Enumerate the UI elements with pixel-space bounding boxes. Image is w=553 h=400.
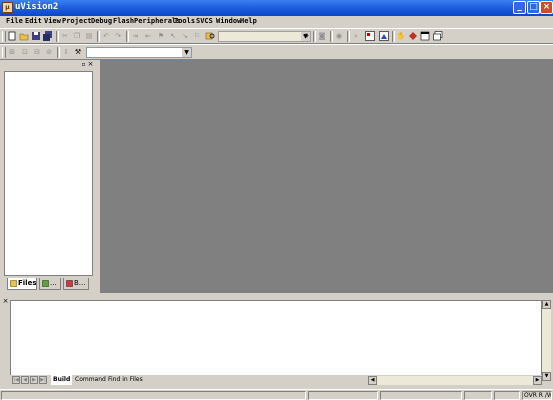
close-icon[interactable]: ×: [87, 61, 94, 68]
first-tab-icon[interactable]: |◀: [12, 376, 20, 384]
toolbar-grip[interactable]: [2, 47, 6, 58]
menu-edit[interactable]: Edit: [25, 17, 42, 25]
tab-find-in-files[interactable]: Find in Files: [106, 375, 145, 385]
stop-build-icon[interactable]: ⊘: [44, 47, 54, 57]
debug-start-icon[interactable]: ◙: [317, 31, 327, 41]
window-icon[interactable]: [420, 31, 430, 41]
target-combo[interactable]: ▼: [86, 47, 192, 58]
files-tab-icon: [10, 279, 17, 287]
cut-icon[interactable]: ✂: [60, 31, 70, 41]
build-toolbar: ⊞ ⊡ ⊟ ⊘ ⇩ ⚒ ▼: [0, 44, 553, 60]
toolbar-grip[interactable]: [2, 31, 6, 42]
regs-tab-icon: [42, 279, 49, 287]
options-icon[interactable]: [365, 31, 375, 41]
scroll-up-icon[interactable]: ▲: [542, 300, 551, 309]
open-folder-icon[interactable]: [19, 31, 29, 41]
status-cell: [494, 391, 520, 400]
horizontal-scrollbar[interactable]: ◀ ▶: [368, 376, 542, 385]
books-tab-icon: [66, 279, 73, 287]
menu-window[interactable]: Window: [216, 17, 241, 25]
indent-icon[interactable]: ⇥: [130, 31, 140, 41]
save-all-icon[interactable]: [43, 31, 53, 41]
app-icon[interactable]: µ: [2, 2, 13, 13]
redo-icon[interactable]: ↷: [113, 31, 123, 41]
status-cell: [308, 391, 378, 400]
chevron-down-icon[interactable]: ▼: [182, 48, 191, 57]
minimize-button[interactable]: _: [513, 1, 526, 14]
window-list-icon[interactable]: [433, 31, 443, 41]
download-icon[interactable]: ⇩: [61, 47, 71, 57]
stop-icon[interactable]: ✋: [396, 31, 406, 41]
undo-icon[interactable]: ↶: [101, 31, 111, 41]
vertical-scrollbar[interactable]: ▲ ▼: [542, 300, 551, 381]
tab-files-label: Files: [18, 279, 37, 287]
translate-icon[interactable]: ⊞: [7, 47, 17, 57]
menu-debug[interactable]: Debug: [91, 17, 112, 25]
bookmark-toggle-icon[interactable]: ⚑: [156, 31, 166, 41]
scroll-down-icon[interactable]: ▼: [542, 372, 551, 381]
rebuild-all-icon[interactable]: ⊟: [32, 47, 42, 57]
status-message: [1, 391, 306, 400]
paste-icon[interactable]: ▤: [84, 31, 94, 41]
menu-view[interactable]: View: [44, 17, 61, 25]
find-icon[interactable]: ⛯: [301, 31, 311, 41]
scroll-left-icon[interactable]: ◀: [368, 376, 377, 385]
status-cell: [464, 391, 492, 400]
copy-icon[interactable]: ❐: [72, 31, 82, 41]
window-title: uVision2: [15, 2, 59, 12]
status-cell: [380, 391, 462, 400]
title-bar: µ uVision2 _ □ ×: [0, 0, 553, 16]
workbook-mode-icon[interactable]: ⌕: [351, 31, 361, 41]
unindent-icon[interactable]: ⇤: [143, 31, 153, 41]
tab-books-label: B...: [74, 279, 86, 287]
prev-tab-icon[interactable]: ◀: [21, 376, 29, 384]
output-window: × ▲ ▼ |◀ ◀ ▶ ▶| Build Command Find in Fi…: [0, 295, 553, 388]
find-combo[interactable]: ▼: [218, 31, 311, 42]
file-toolbar: ✂ ❐ ▤ ↶ ↷ ⇥ ⇤ ⚑ ↖ ↘ ⚐ ▼ ⛯ ◙ ◉ ⌕ ✋: [0, 28, 553, 44]
scroll-right-icon[interactable]: ▶: [533, 376, 542, 385]
help-icon[interactable]: [408, 31, 418, 41]
status-bar: OVR R /W: [0, 389, 553, 400]
view-windows-icon[interactable]: [379, 31, 389, 41]
last-tab-icon[interactable]: ▶|: [39, 376, 47, 384]
tab-build[interactable]: Build: [51, 375, 73, 385]
tab-regs-label: ...: [50, 279, 57, 287]
maximize-button[interactable]: □: [527, 1, 540, 14]
project-workspace: ▫ × Files ... B...: [0, 60, 98, 293]
build-target-icon[interactable]: ⊡: [20, 47, 30, 57]
menu-svcs[interactable]: SVCS: [196, 17, 213, 25]
project-tree[interactable]: [4, 71, 93, 276]
output-text[interactable]: [10, 300, 542, 381]
new-file-icon[interactable]: [7, 31, 17, 41]
menu-help[interactable]: Help: [240, 17, 257, 25]
menu-flash[interactable]: Flash: [113, 17, 134, 25]
menu-tools[interactable]: Tools: [174, 17, 195, 25]
tab-files[interactable]: Files: [7, 278, 37, 290]
tab-regs[interactable]: ...: [39, 278, 61, 290]
close-button[interactable]: ×: [540, 1, 553, 14]
tab-books[interactable]: B...: [63, 278, 89, 290]
bookmark-prev-icon[interactable]: ↖: [168, 31, 178, 41]
status-mode: OVR R /W: [522, 391, 552, 400]
tab-command[interactable]: Command: [73, 375, 108, 385]
menu-project[interactable]: Project: [62, 17, 92, 25]
save-icon[interactable]: [31, 31, 41, 41]
editor-area[interactable]: [100, 60, 553, 293]
bookmark-clear-icon[interactable]: ⚐: [192, 31, 202, 41]
breakpoint-icon[interactable]: ◉: [334, 31, 344, 41]
next-tab-icon[interactable]: ▶: [30, 376, 38, 384]
close-icon[interactable]: ×: [2, 298, 9, 305]
find-in-files-icon[interactable]: [205, 31, 215, 41]
restore-icon[interactable]: ▫: [80, 61, 87, 68]
target-options-icon[interactable]: ⚒: [73, 47, 83, 57]
bookmark-next-icon[interactable]: ↘: [180, 31, 190, 41]
menu-bar: File Edit View Project Debug Flash Perip…: [0, 16, 553, 28]
menu-file[interactable]: File: [6, 17, 23, 25]
